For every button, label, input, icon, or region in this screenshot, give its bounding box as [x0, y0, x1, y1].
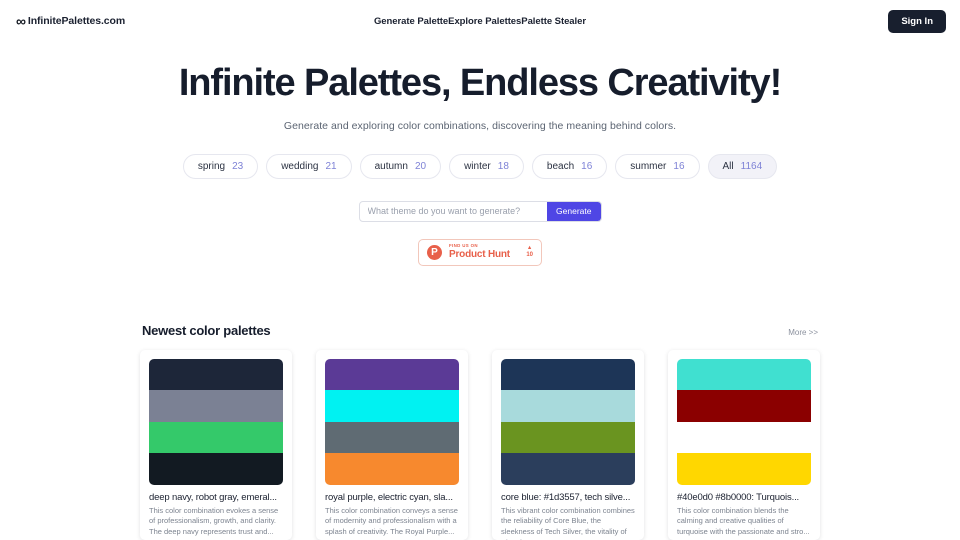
logo-text: InfinitePalettes.com	[27, 15, 126, 27]
generate-search-box: Generate	[358, 200, 602, 222]
palette-title: core blue: #1d3557, tech silve...	[501, 491, 631, 503]
palette-swatch	[325, 390, 459, 422]
palette-swatch	[149, 390, 283, 422]
infinity-icon: ∞	[16, 13, 26, 29]
site-header: ∞ InfinitePalettes.com Generate Palette …	[0, 0, 960, 42]
product-hunt-icon: P	[427, 244, 442, 260]
product-hunt-votes: ▲ 10	[526, 245, 533, 258]
palette-swatch	[677, 358, 811, 391]
tag-count: 16	[673, 160, 685, 172]
palette-swatches	[149, 358, 283, 485]
tag-count: 1164	[740, 160, 763, 172]
page-subtitle: Generate and exploring color combination…	[283, 119, 677, 132]
palette-swatch	[325, 453, 459, 485]
palette-description: This color combination conveys a sense o…	[325, 505, 458, 536]
palette-swatch	[325, 358, 459, 391]
tag-label: wedding	[281, 160, 319, 172]
palette-swatch	[501, 453, 635, 485]
tag-label: beach	[546, 160, 575, 172]
product-hunt-badge[interactable]: P FIND US ON Product Hunt ▲ 10	[418, 238, 542, 266]
product-hunt-vote-count: 10	[526, 251, 533, 258]
tag-label: All	[722, 160, 734, 172]
tag-filter-all[interactable]: All 1164	[707, 153, 778, 179]
product-hunt-text: FIND US ON Product Hunt	[449, 243, 519, 261]
tag-filter-wedding[interactable]: wedding 21	[266, 153, 352, 179]
palette-swatches	[677, 358, 811, 485]
tag-filter-autumn[interactable]: autumn 20	[359, 153, 442, 179]
site-logo[interactable]: ∞ InfinitePalettes.com	[16, 14, 125, 28]
product-hunt-row: P FIND US ON Product Hunt ▲ 10	[0, 238, 960, 266]
palette-card[interactable]: royal purple, electric cyan, sla... This…	[316, 349, 468, 540]
tag-filter-spring[interactable]: spring 23	[182, 153, 259, 179]
palette-title: royal purple, electric cyan, sla...	[325, 491, 453, 503]
page-title: Infinite Palettes, Endless Creativity!	[178, 62, 782, 104]
generate-search-row: Generate	[0, 200, 960, 222]
product-hunt-title: Product Hunt	[449, 249, 510, 261]
tag-filter-summer[interactable]: summer 16	[615, 153, 700, 179]
palette-swatch	[149, 421, 283, 454]
palette-swatch	[325, 421, 459, 454]
palette-title: #40e0d0 #8b0000: Turquois...	[677, 491, 800, 503]
palette-swatch	[149, 358, 283, 391]
palette-title: deep navy, robot gray, emeral...	[149, 491, 277, 503]
palette-swatch	[501, 358, 635, 391]
theme-search-input[interactable]	[359, 201, 548, 221]
palette-swatch	[677, 390, 811, 422]
hero-section: Infinite Palettes, Endless Creativity! G…	[0, 42, 960, 132]
tag-count: 20	[414, 160, 427, 172]
tag-filter-winter[interactable]: winter 18	[449, 153, 524, 179]
more-link[interactable]: More >>	[788, 328, 818, 337]
palette-card[interactable]: core blue: #1d3557, tech silve... This v…	[492, 349, 644, 540]
section-header: Newest color palettes More >>	[140, 323, 820, 338]
palette-swatch	[677, 453, 811, 485]
section-title: Newest color palettes	[142, 322, 271, 338]
palette-card[interactable]: #40e0d0 #8b0000: Turquois... This color …	[668, 349, 820, 540]
palette-description: This vibrant color combination combines …	[501, 505, 635, 540]
palette-swatch	[501, 390, 635, 422]
tag-label: summer	[630, 160, 667, 172]
palette-card[interactable]: deep navy, robot gray, emeral... This co…	[140, 349, 292, 540]
palette-swatches	[325, 358, 459, 485]
newest-palettes-section: Newest color palettes More >> deep navy,…	[140, 323, 820, 540]
tag-filter-list: spring 23 wedding 21 autumn 20 winter 18…	[0, 153, 960, 179]
sign-in-button[interactable]: Sign In	[888, 10, 946, 33]
generate-button[interactable]: Generate	[547, 201, 601, 221]
nav-item-palette-stealer[interactable]: Palette Stealer	[521, 16, 586, 27]
tag-count: 16	[581, 160, 593, 172]
tag-count: 23	[232, 160, 244, 172]
tag-label: winter	[464, 160, 491, 172]
palette-card-grid: deep navy, robot gray, emeral... This co…	[140, 349, 820, 540]
tag-count: 21	[325, 160, 337, 172]
palette-description: This color combination blends the calmin…	[677, 505, 810, 536]
tag-label: spring	[197, 160, 226, 172]
product-hunt-kicker: FIND US ON	[449, 243, 478, 249]
palette-swatch	[501, 421, 635, 454]
nav-item-generate-palette[interactable]: Generate Palette	[374, 16, 448, 27]
tag-label: autumn	[374, 160, 408, 172]
tag-filter-beach[interactable]: beach 16	[531, 153, 608, 179]
nav-item-explore-palettes[interactable]: Explore Palettes	[448, 16, 521, 27]
tag-count: 18	[497, 160, 509, 172]
main-nav: Generate Palette Explore Palettes Palett…	[0, 0, 960, 42]
palette-swatch	[149, 453, 283, 485]
palette-swatches	[501, 358, 635, 485]
palette-description: This color combination evokes a sense of…	[149, 505, 279, 536]
palette-swatch	[677, 421, 811, 454]
